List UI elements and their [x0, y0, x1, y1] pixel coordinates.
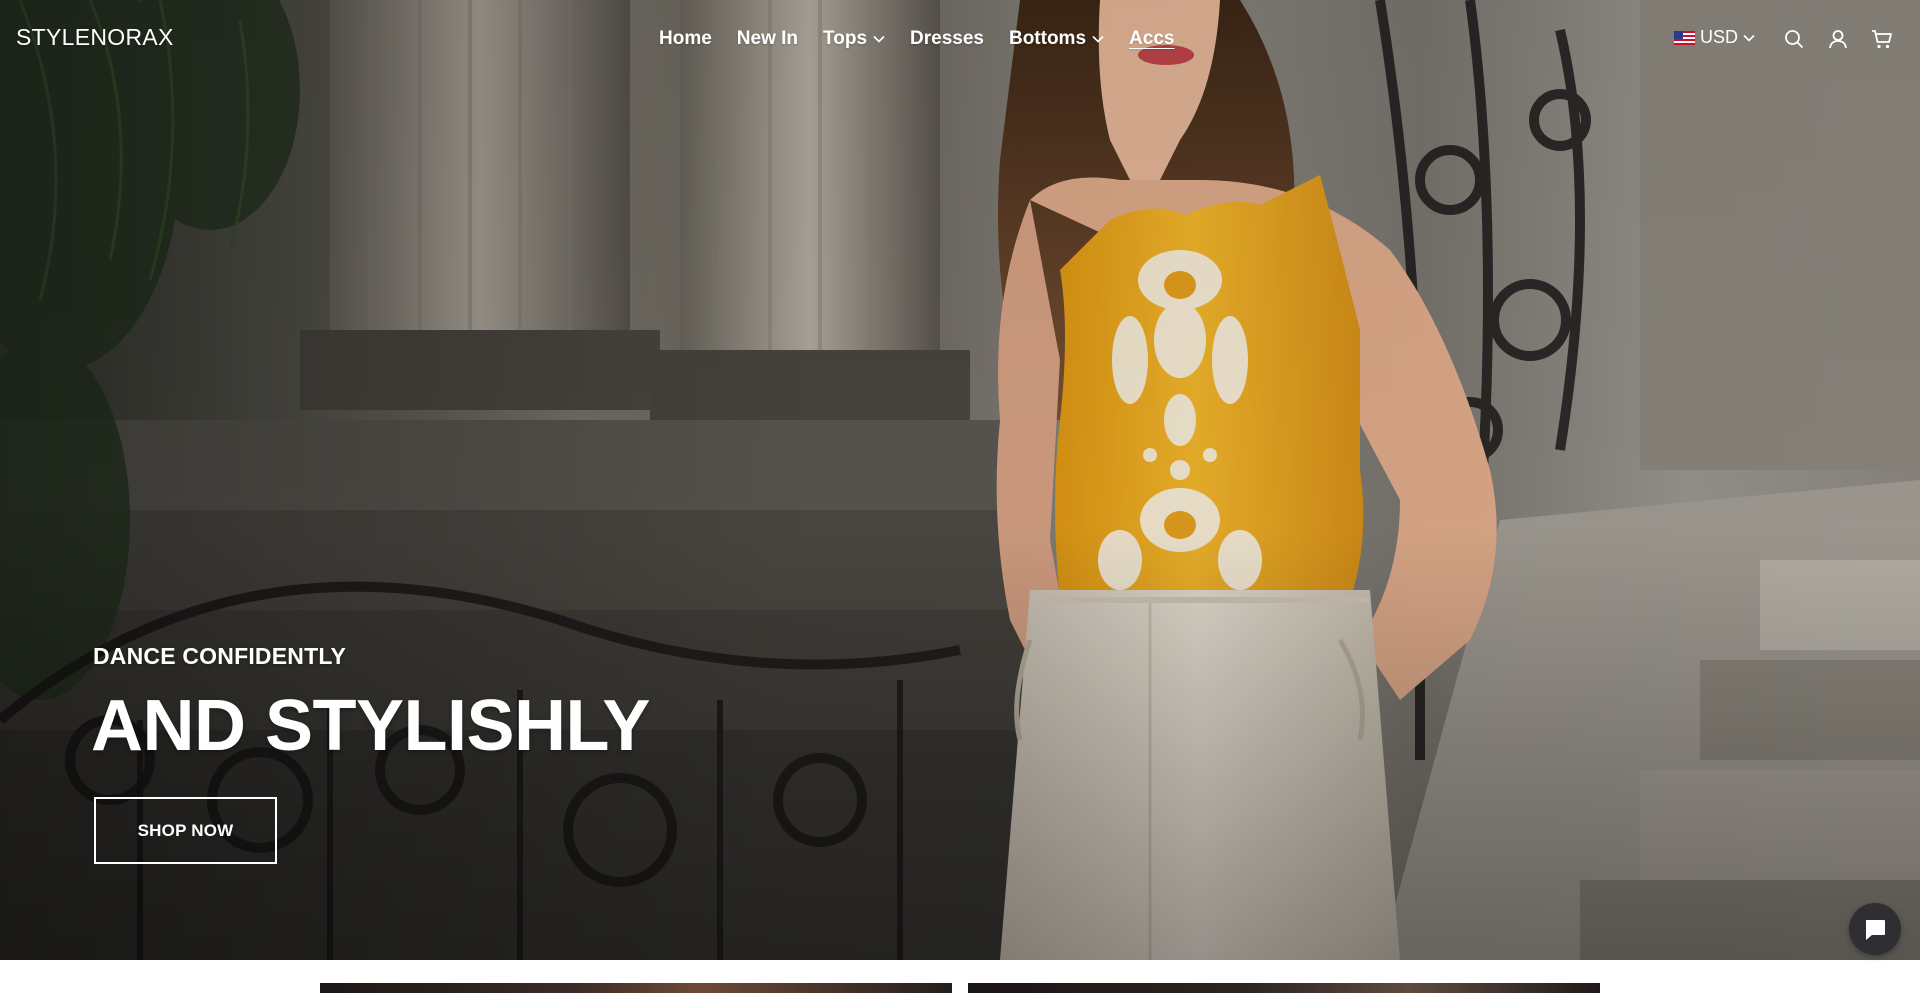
brand-logo[interactable]: STYLENORAX [16, 24, 174, 51]
hero-banner: STYLENORAX Home New In Tops Dresses Bott… [0, 0, 1920, 960]
hero-title: AND STYLISHLY [91, 686, 650, 766]
chat-bubble-icon [1866, 920, 1885, 940]
shop-now-button[interactable]: SHOP NOW [94, 797, 277, 864]
cart-icon[interactable] [1871, 28, 1893, 50]
chat-button[interactable] [1849, 903, 1901, 955]
chevron-down-icon [873, 35, 885, 43]
chevron-down-icon [1743, 34, 1755, 42]
hero-subtitle: DANCE CONFIDENTLY [93, 643, 347, 669]
nav-item-tops[interactable]: Tops [823, 27, 885, 51]
currency-selector[interactable]: USD [1674, 27, 1755, 48]
main-nav: Home New In Tops Dresses Bottoms Accs [659, 27, 1174, 51]
nav-item-label: Tops [823, 28, 868, 49]
currency-label: USD [1700, 27, 1739, 47]
nav-item-home[interactable]: Home [659, 27, 712, 51]
hero-image [0, 0, 1920, 960]
nav-item-label: Accs [1129, 28, 1175, 49]
collection-card-image[interactable] [968, 983, 1600, 993]
nav-item-label: New In [736, 28, 799, 49]
nav-item-dresses[interactable]: Dresses [910, 27, 984, 51]
nav-item-accs[interactable]: Accs [1129, 27, 1174, 51]
chevron-down-icon [1092, 35, 1104, 43]
search-icon[interactable] [1783, 28, 1805, 50]
site-header: STYLENORAX Home New In Tops Dresses Bott… [0, 0, 1920, 78]
nav-item-label: Dresses [910, 28, 984, 49]
nav-item-new-in[interactable]: New In [737, 27, 798, 51]
us-flag-icon [1674, 30, 1695, 45]
nav-item-label: Home [659, 28, 712, 49]
nav-item-bottoms[interactable]: Bottoms [1009, 27, 1104, 51]
nav-item-label: Bottoms [1008, 28, 1087, 49]
collection-card-image[interactable] [320, 983, 952, 993]
account-icon[interactable] [1827, 28, 1849, 50]
